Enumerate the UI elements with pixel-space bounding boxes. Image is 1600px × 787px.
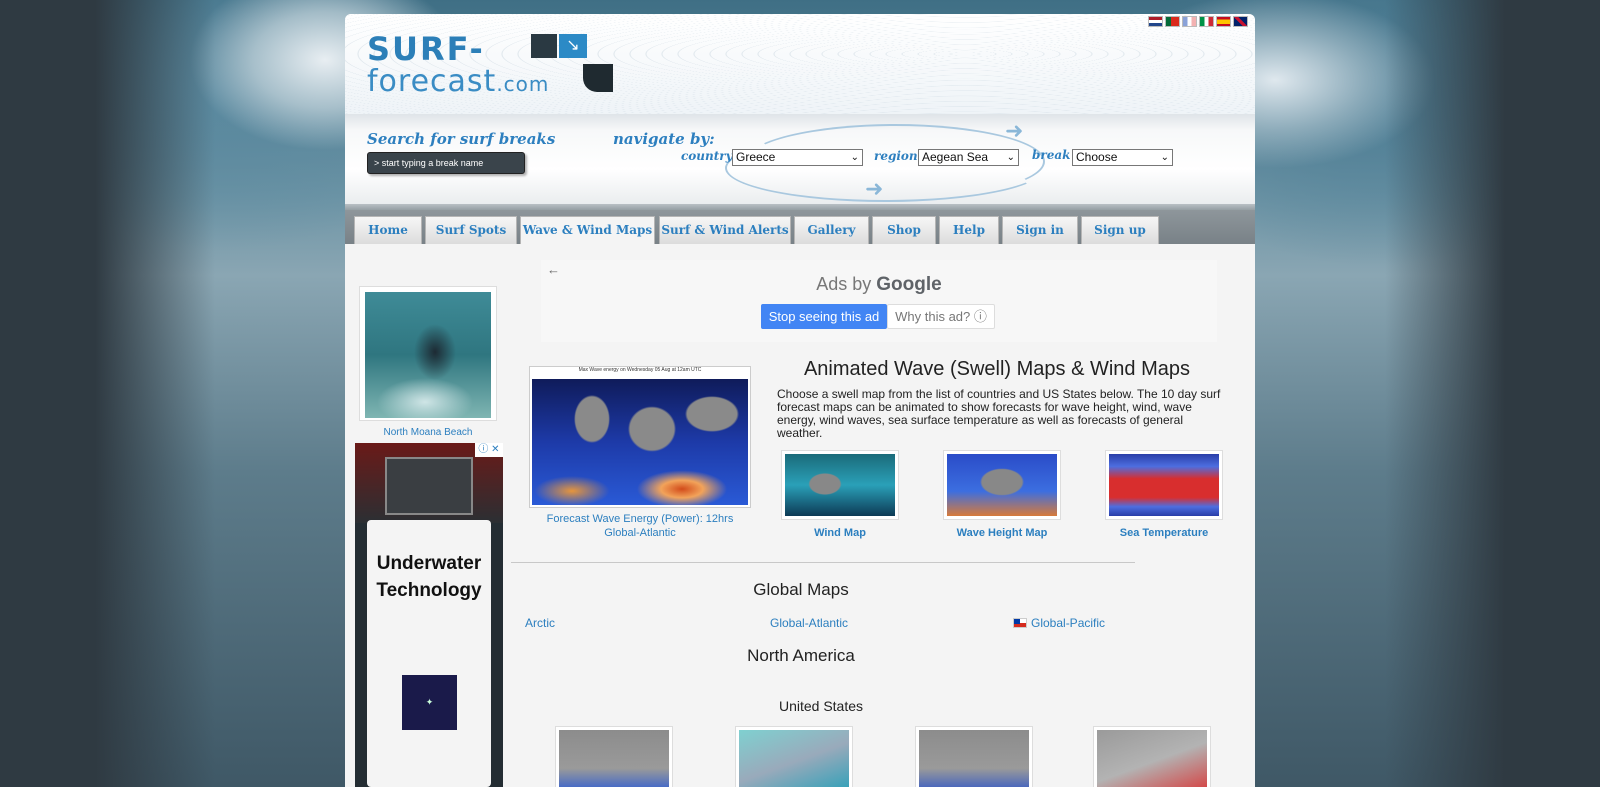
wave-energy-map[interactable]: Max Wave energy on Wednesday 05 Aug at 1… [529,366,751,508]
robot-image [385,457,473,515]
sea-temperature-thumb[interactable] [1105,450,1223,520]
featured-photo[interactable] [359,286,497,421]
global-pacific-link[interactable]: Global-Pacific [1013,616,1105,630]
ad-close-icon[interactable]: ⓘ ✕ [475,443,503,457]
north-america-heading: North America [747,646,855,665]
tab-gallery[interactable]: Gallery [794,216,869,244]
wind-map-thumb[interactable] [781,450,899,520]
logo-arrow-icon: ↘ [559,34,587,58]
arrow-right-icon: ➜ [865,176,884,201]
wind-map-image [785,454,895,516]
flag-pt-icon[interactable] [1165,16,1180,27]
region-label: region [874,149,918,163]
decorative-arc [725,134,1045,202]
logo-text-surf: SURF- [367,30,485,68]
intro-text: Choose a swell map from the list of coun… [777,387,1221,440]
country-label: country [681,149,733,163]
background-fade-left [95,0,215,787]
site-logo[interactable]: SURF- ↘ forecast.com [367,30,613,102]
break-label: break [1032,148,1071,162]
arctic-link[interactable]: Arctic [525,616,555,630]
flag-nl-icon[interactable] [1148,16,1163,27]
country-select[interactable]: Greece ⌄ [732,149,863,166]
chevron-down-icon: ⌄ [850,152,859,163]
united-states-heading: United States [778,698,864,714]
flag-fr-icon[interactable] [1182,16,1197,27]
flag-es-icon[interactable] [1216,16,1231,27]
sidebar-ad[interactable]: ⓘ ✕ Underwater Technology ✦ [355,443,503,787]
arrow-right-icon: ➜ [1005,118,1024,143]
navigate-title: navigate by: [613,130,715,148]
logo-square-dark [531,34,557,58]
sea-temperature-image [1109,454,1219,516]
us-map-image [919,730,1029,787]
tab-wave-wind-maps[interactable]: Wave & Wind Maps [520,216,655,246]
us-map-image [559,730,669,787]
sea-temperature-link[interactable]: Sea Temperature [1105,527,1223,539]
break-search-input[interactable]: > start typing a break name [367,152,525,174]
section-divider [511,562,1135,563]
logo-wave-icon [583,64,613,92]
why-this-ad-button[interactable]: Why this ad? ⓘ [887,304,995,329]
tab-home[interactable]: Home [354,216,422,244]
logo-text-forecast: forecast.com [367,64,550,99]
flag-gb-icon[interactable] [1233,16,1248,27]
global-atlantic-link[interactable]: Global-Atlantic [770,616,848,630]
map-caption[interactable]: Forecast Wave Energy (Power): 12hrs Glob… [529,512,751,540]
map-header: Max Wave energy on Wednesday 05 Aug at 1… [578,367,702,373]
page-container: SURF- ↘ forecast.com Search for surf bre… [345,14,1255,787]
us-map-image [739,730,849,787]
language-flags [1148,16,1248,27]
wind-map-link[interactable]: Wind Map [781,527,899,539]
search-navigation-band: Search for surf breaks > start typing a … [345,114,1255,206]
featured-photo-caption[interactable]: North Moana Beach [359,427,497,438]
tab-help[interactable]: Help [939,216,999,244]
surfer-image [365,292,491,418]
ads-by-google: Ads by Google [816,274,942,295]
tab-sign-in[interactable]: Sign in [1002,216,1078,244]
flag-it-icon[interactable] [1199,16,1214,27]
tab-surf-spots[interactable]: Surf Spots [425,216,517,244]
chile-flag-icon [1013,618,1027,628]
chevron-down-icon: ⌄ [1006,152,1015,163]
wave-energy-map-image [532,379,748,505]
global-maps-heading: Global Maps [753,580,849,599]
tab-sign-up[interactable]: Sign up [1081,216,1159,244]
stop-seeing-ad-button[interactable]: Stop seeing this ad [761,304,887,329]
region-select[interactable]: Aegean Sea ⌄ [918,149,1019,166]
us-map-image [1097,730,1207,787]
wave-height-map-image [947,454,1057,516]
page-title: Animated Wave (Swell) Maps & Wind Maps [803,358,1191,380]
us-map-thumb[interactable] [915,726,1033,787]
header: SURF- ↘ forecast.com [345,14,1255,118]
wave-height-map-link[interactable]: Wave Height Map [943,527,1061,539]
break-select[interactable]: Choose ⌄ [1072,149,1173,166]
chevron-down-icon: ⌄ [1160,152,1169,163]
wave-height-map-thumb[interactable] [943,450,1061,520]
tab-shop[interactable]: Shop [872,216,936,244]
us-map-thumb[interactable] [555,726,673,787]
google-ad-panel: ← Ads by Google Stop seeing this ad Why … [541,260,1217,342]
main-content: North Moana Beach ⓘ ✕ Underwater Technol… [345,244,1255,787]
us-map-thumb[interactable] [1093,726,1211,787]
us-map-thumb[interactable] [735,726,853,787]
search-title: Search for surf breaks [367,130,556,148]
ad-logo-icon: ✦ [402,675,457,730]
background-fade-right [1385,0,1505,787]
tab-surf-wind-alerts[interactable]: Surf & Wind Alerts [659,216,791,244]
